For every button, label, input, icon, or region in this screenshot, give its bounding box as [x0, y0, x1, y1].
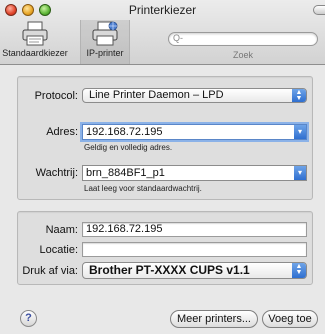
chevron-down-icon[interactable]: ▾	[294, 125, 306, 139]
address-combobox[interactable]: 192.168.72.195 ▾	[82, 124, 307, 140]
address-hint: Geldig en volledig adres.	[84, 143, 173, 152]
title-toolbar: Printerkiezer Standaardkiezer IP-printer…	[0, 0, 325, 65]
popup-arrows-icon: ▲ ▼	[292, 89, 306, 102]
name-label: Naam:	[45, 224, 78, 236]
search-field[interactable]: Q-	[168, 32, 318, 46]
location-field[interactable]	[82, 242, 307, 257]
printer-browser-window: Printerkiezer Standaardkiezer IP-printer…	[0, 0, 325, 334]
print-using-label: Druk af via:	[22, 265, 78, 277]
address-label: Adres:	[46, 126, 78, 138]
search-caption: Zoek	[232, 50, 253, 60]
queue-combobox[interactable]: brn_884BF1_p1 ▾	[82, 165, 307, 181]
address-value: 192.168.72.195	[86, 126, 163, 138]
queue-label: Wachtrij:	[35, 167, 78, 179]
protocol-value: Line Printer Daemon – LPD	[89, 89, 224, 101]
help-button[interactable]: ?	[20, 310, 37, 327]
print-using-value: Brother PT-XXXX CUPS v1.1	[89, 263, 250, 277]
print-using-popup[interactable]: Brother PT-XXXX CUPS v1.1 ▲ ▼	[82, 262, 307, 279]
printer-icon	[22, 21, 48, 46]
toolbar-ip-printer-button[interactable]: IP-printer	[80, 20, 130, 64]
location-label: Locatie:	[39, 244, 78, 256]
toolbar-ip-printer-label: IP-printer	[86, 48, 124, 58]
name-field[interactable]: 192.168.72.195	[82, 222, 307, 237]
protocol-popup[interactable]: Line Printer Daemon – LPD ▲ ▼	[82, 88, 307, 103]
add-button[interactable]: Voeg toe	[262, 310, 318, 328]
protocol-label: Protocol:	[34, 90, 78, 102]
popup-arrows-icon: ▲ ▼	[292, 263, 306, 278]
toolbar-toggle-button[interactable]	[313, 5, 325, 15]
queue-value: brn_884BF1_p1	[86, 167, 165, 179]
network-printer-icon	[92, 21, 118, 46]
search-icon: Q-	[173, 33, 183, 43]
window-title: Printerkiezer	[128, 3, 197, 17]
queue-hint: Laat leeg voor standaardwachtrij.	[84, 184, 202, 193]
toolbar-default-browser-button[interactable]: Standaardkiezer	[2, 20, 68, 58]
toolbar-default-browser-label: Standaardkiezer	[2, 48, 68, 58]
chevron-down-icon[interactable]: ▾	[294, 166, 306, 180]
more-printers-button[interactable]: Meer printers...	[170, 310, 258, 328]
